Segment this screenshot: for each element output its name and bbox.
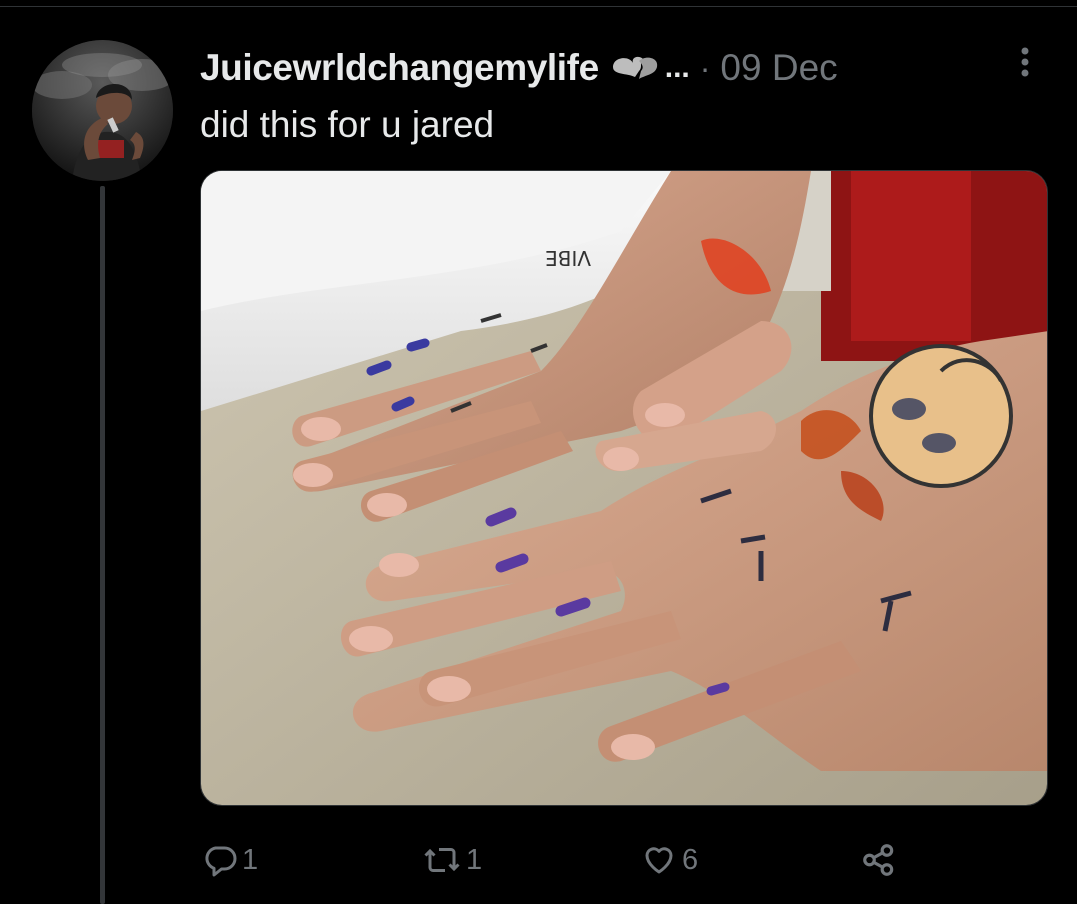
reply-button[interactable]: 1 (202, 836, 258, 884)
hand-doodles-photo: VIBE (201, 171, 1047, 805)
share-button[interactable] (860, 836, 898, 884)
tweet-actions: 1 1 6 (200, 836, 1050, 884)
author-name[interactable]: Juicewrldchangemylife (200, 47, 599, 89)
like-button[interactable]: 6 (640, 836, 698, 884)
name-truncation: ... (664, 51, 690, 84)
avatar[interactable] (32, 40, 173, 181)
svg-text:VIBE: VIBE (545, 246, 591, 270)
reply-count: 1 (242, 843, 259, 876)
like-count: 6 (682, 843, 699, 876)
top-divider (0, 6, 1077, 7)
tweet-date[interactable]: 09 Dec (720, 47, 837, 89)
heart-icon (640, 842, 678, 878)
retweet-button[interactable]: 1 (422, 836, 482, 884)
broken-heart-emoji-icon (609, 53, 661, 83)
retweet-count: 1 (466, 843, 483, 876)
tweet-media-photo[interactable]: VIBE (200, 170, 1048, 806)
tweet-text: did this for u jared (200, 104, 495, 145)
share-icon (860, 841, 898, 879)
reply-icon (202, 842, 238, 878)
thread-connector-line (100, 186, 105, 904)
separator-dot: · (699, 49, 711, 86)
tweet-header: Juicewrldchangemylife ... · 09 Dec (200, 40, 838, 96)
more-options-icon[interactable] (1010, 42, 1040, 82)
retweet-icon (422, 842, 462, 878)
